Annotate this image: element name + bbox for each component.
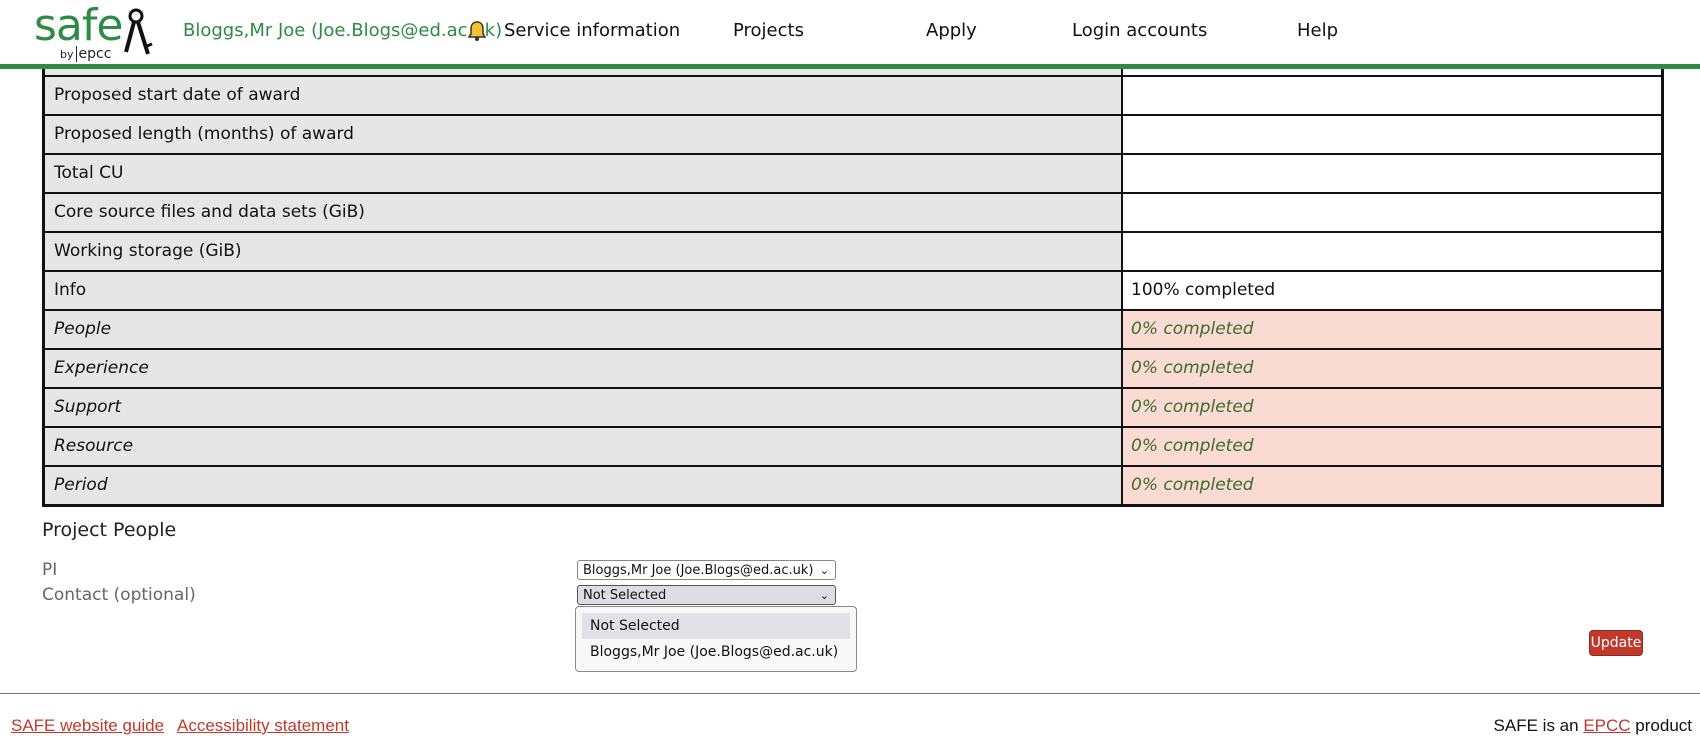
row-label: Resource <box>45 428 1123 465</box>
table-row: Working storage (GiB) <box>45 231 1661 270</box>
contact-dropdown-menu: Not Selected Bloggs,Mr Joe (Joe.Blogs@ed… <box>575 606 857 672</box>
row-value <box>1123 77 1661 114</box>
row-value: 0% completed <box>1123 350 1661 387</box>
nav-service-information[interactable]: Service information <box>504 20 680 41</box>
nav-projects[interactable]: Projects <box>733 20 804 41</box>
current-user[interactable]: Bloggs,Mr Joe (Joe.Blogs@ed.ac.uk) <box>183 20 502 41</box>
table-row: Total CU <box>45 153 1661 192</box>
row-label: Info <box>45 272 1123 309</box>
table-row: Info 100% completed <box>45 270 1661 309</box>
row-value <box>1123 194 1661 231</box>
epcc-link[interactable]: EPCC <box>1583 716 1630 735</box>
footer-product-note: SAFE is an EPCC product <box>1493 716 1692 735</box>
row-value: 100% completed <box>1123 272 1661 309</box>
row-value <box>1123 116 1661 153</box>
table-row: Proposed start date of award <box>45 75 1661 114</box>
top-header: safe by epcc Bloggs,Mr Joe (Joe.Blogs@ed.… <box>0 0 1700 69</box>
pi-select[interactable]: Bloggs,Mr Joe (Joe.Blogs@ed.ac.uk) ⌄ <box>577 560 836 580</box>
pi-select-value: Bloggs,Mr Joe (Joe.Blogs@ed.ac.uk) <box>583 563 814 578</box>
row-value: 0% completed <box>1123 389 1661 426</box>
logo-wordmark: safe <box>34 0 123 51</box>
row-value <box>1123 155 1661 192</box>
row-label: Support <box>45 389 1123 426</box>
dropdown-option-bloggs[interactable]: Bloggs,Mr Joe (Joe.Blogs@ed.ac.uk) <box>582 639 850 665</box>
row-label: Experience <box>45 350 1123 387</box>
row-label: Working storage (GiB) <box>45 233 1123 270</box>
nav-help[interactable]: Help <box>1297 20 1338 41</box>
nav-apply[interactable]: Apply <box>926 20 977 41</box>
table-row: People 0% completed <box>45 309 1661 348</box>
row-label: Core source files and data sets (GiB) <box>45 194 1123 231</box>
safe-logo[interactable]: safe by epcc <box>34 0 154 62</box>
nav-login-accounts[interactable]: Login accounts <box>1072 20 1207 41</box>
footer-divider <box>0 693 1700 694</box>
table-row: Experience 0% completed <box>45 348 1661 387</box>
pi-label: PI <box>42 560 58 580</box>
row-value: 0% completed <box>1123 467 1661 504</box>
table-row: Period 0% completed <box>45 465 1661 504</box>
chevron-down-icon: ⌄ <box>819 564 829 577</box>
row-value: 0% completed <box>1123 311 1661 348</box>
contact-label: Contact (optional) <box>42 585 196 605</box>
row-label: Period <box>45 467 1123 504</box>
row-value: 0% completed <box>1123 428 1661 465</box>
table-row: Proposed length (months) of award <box>45 114 1661 153</box>
dropdown-option-not-selected[interactable]: Not Selected <box>582 613 850 639</box>
row-label: People <box>45 311 1123 348</box>
key-icon <box>124 8 153 55</box>
contact-select[interactable]: Not Selected ⌄ <box>577 585 836 605</box>
logo-byline: by epcc <box>60 46 112 62</box>
row-label: Total CU <box>45 155 1123 192</box>
chevron-down-icon: ⌄ <box>819 589 829 602</box>
safe-website-guide-link[interactable]: SAFE website guide <box>11 716 164 736</box>
bell-icon[interactable] <box>466 20 488 42</box>
update-button[interactable]: Update <box>1589 630 1643 656</box>
proposal-summary-table: Proposed start date of award Proposed le… <box>42 45 1664 507</box>
table-row: Support 0% completed <box>45 387 1661 426</box>
row-label: Proposed length (months) of award <box>45 116 1123 153</box>
project-people-heading: Project People <box>42 519 177 541</box>
contact-select-value: Not Selected <box>583 588 667 603</box>
row-label: Proposed start date of award <box>45 77 1123 114</box>
table-row: Resource 0% completed <box>45 426 1661 465</box>
table-row: Core source files and data sets (GiB) <box>45 192 1661 231</box>
row-value <box>1123 233 1661 270</box>
accessibility-statement-link[interactable]: Accessibility statement <box>177 716 349 736</box>
